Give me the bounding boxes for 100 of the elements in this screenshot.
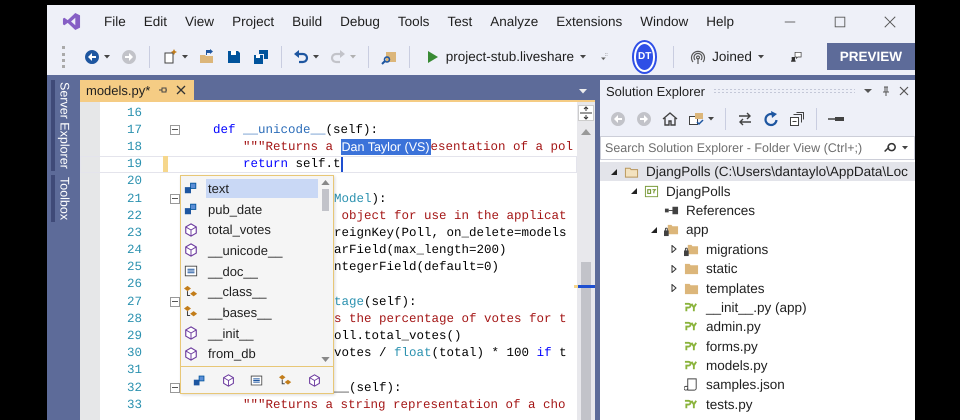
- close-icon[interactable]: [899, 86, 909, 96]
- completion-item[interactable]: total_votes: [183, 219, 318, 240]
- class-filter-icon[interactable]: [279, 374, 292, 387]
- collapsed-icon[interactable]: [670, 264, 678, 273]
- tab-label[interactable]: models.py*: [86, 82, 150, 98]
- document-tab[interactable]: models.py*: [80, 80, 194, 100]
- menu-item[interactable]: View: [176, 11, 224, 32]
- menu-item[interactable]: Analyze: [481, 11, 548, 32]
- code-token: def: [212, 122, 237, 137]
- back-icon[interactable]: [84, 48, 100, 64]
- expanded-icon[interactable]: [650, 226, 658, 234]
- tree-item[interactable]: __init__.py (app): [600, 298, 915, 318]
- menu-item[interactable]: File: [95, 11, 135, 32]
- code-token: (total) * 100: [432, 346, 530, 360]
- scroll-down-icon[interactable]: [321, 357, 330, 362]
- caret-icon[interactable]: [902, 146, 908, 150]
- completion-item[interactable]: __doc__: [183, 260, 318, 282]
- collapse-icon[interactable]: [170, 382, 180, 393]
- toolbar-grip[interactable]: [62, 46, 68, 68]
- menu-item[interactable]: Debug: [331, 11, 389, 32]
- tree-item[interactable]: DjangPolls: [600, 181, 915, 201]
- scroll-up-icon[interactable]: [321, 180, 330, 185]
- completion-item[interactable]: __init__: [183, 322, 318, 344]
- run-button[interactable]: project-stub.liveshare: [418, 48, 592, 64]
- new-project-icon[interactable]: [162, 48, 178, 64]
- caret-icon[interactable]: [758, 54, 764, 58]
- menu-item[interactable]: Edit: [134, 11, 176, 32]
- collapse-icon[interactable]: [170, 296, 180, 307]
- menu-item[interactable]: Tools: [388, 11, 438, 32]
- menu-item[interactable]: Help: [697, 11, 744, 32]
- menu-item[interactable]: Window: [631, 11, 698, 32]
- save-icon[interactable]: [226, 48, 242, 64]
- menu-item[interactable]: Build: [283, 11, 332, 32]
- pin-icon[interactable]: [881, 86, 891, 96]
- tree-item[interactable]: admin.py: [600, 317, 915, 337]
- home-icon[interactable]: [662, 111, 678, 127]
- maximize-icon[interactable]: [833, 14, 847, 28]
- scroll-thumb[interactable]: [322, 189, 329, 211]
- side-tab[interactable]: Toolbox: [50, 174, 74, 222]
- tab-dropdown-icon[interactable]: [579, 89, 587, 94]
- method-filter-icon[interactable]: [222, 374, 235, 387]
- tree-item[interactable]: templates: [600, 278, 915, 298]
- caret-icon[interactable]: [104, 54, 110, 58]
- open-icon[interactable]: [198, 48, 215, 64]
- menu-item[interactable]: Test: [438, 11, 482, 32]
- collapsed-icon[interactable]: [670, 245, 678, 254]
- session-button[interactable]: Joined: [682, 48, 772, 64]
- tree-item[interactable]: app: [600, 220, 915, 240]
- close-icon[interactable]: [176, 85, 186, 95]
- menu-item[interactable]: Project: [223, 11, 284, 32]
- tree-item[interactable]: forms.py: [600, 336, 915, 356]
- collapsed-icon[interactable]: [670, 284, 678, 292]
- doc-filter-icon[interactable]: [250, 374, 264, 387]
- code-token: """Returns a: [242, 140, 334, 154]
- caret-icon[interactable]: [313, 54, 320, 58]
- completion-item[interactable]: __bases__: [183, 302, 318, 323]
- tree-item[interactable]: migrations: [600, 240, 915, 259]
- line-number: 32: [126, 380, 142, 395]
- search-icon[interactable]: [882, 141, 896, 155]
- broadcast-icon[interactable]: [690, 48, 706, 64]
- vertical-scrollbar[interactable]: [577, 102, 595, 420]
- field-filter-icon[interactable]: [192, 374, 206, 387]
- menu-item[interactable]: Extensions: [547, 11, 632, 32]
- avatar[interactable]: DT: [636, 44, 654, 70]
- sync-icon[interactable]: [737, 111, 753, 127]
- save-all-icon[interactable]: [252, 48, 269, 64]
- search-field[interactable]: Search Solution Explorer - Folder View (Ctrl+;): [600, 136, 915, 160]
- caret-icon[interactable]: [708, 117, 714, 121]
- scroll-thumb[interactable]: [581, 262, 591, 420]
- code-token: __unicode__: [243, 122, 326, 137]
- refresh-icon[interactable]: [763, 111, 779, 127]
- expanded-icon[interactable]: [630, 187, 638, 196]
- collapse-icon[interactable]: [170, 124, 180, 135]
- completion-item[interactable]: __class__: [183, 281, 318, 302]
- tree-item[interactable]: References: [600, 200, 915, 220]
- collapse-icon[interactable]: [789, 111, 805, 127]
- method-filter-icon[interactable]: [308, 374, 322, 387]
- split-icon[interactable]: [578, 105, 594, 121]
- caret-icon[interactable]: [580, 54, 586, 58]
- side-tab[interactable]: Server Explorer: [50, 80, 74, 171]
- switch-views-icon[interactable]: [688, 111, 704, 127]
- expanded-icon[interactable]: [610, 168, 618, 176]
- tree-item[interactable]: samples.json: [600, 375, 915, 395]
- caret-icon[interactable]: [182, 54, 188, 58]
- completion-item[interactable]: pub_date: [183, 198, 318, 220]
- preview-button[interactable]: PREVIEW: [826, 43, 915, 70]
- tree-item[interactable]: tests.py: [600, 394, 915, 414]
- tree-item[interactable]: models.py: [600, 356, 915, 376]
- close-icon[interactable]: [883, 14, 897, 28]
- undo-icon[interactable]: [293, 48, 310, 64]
- tree-item[interactable]: static: [600, 258, 915, 278]
- collapse-icon[interactable]: [170, 194, 180, 204]
- dropdown-icon[interactable]: [863, 86, 873, 96]
- field-icon: [184, 202, 198, 216]
- code-token: ):: [372, 192, 387, 206]
- pin-icon[interactable]: [158, 85, 168, 95]
- completion-item[interactable]: __unicode__: [183, 240, 318, 261]
- completion-item[interactable]: from_db: [183, 344, 318, 364]
- code-token: ntegerField(default=0): [334, 260, 500, 274]
- tree-item[interactable]: DjangPolls (C:\Users\dantaylo\AppData\Loc: [600, 162, 915, 182]
